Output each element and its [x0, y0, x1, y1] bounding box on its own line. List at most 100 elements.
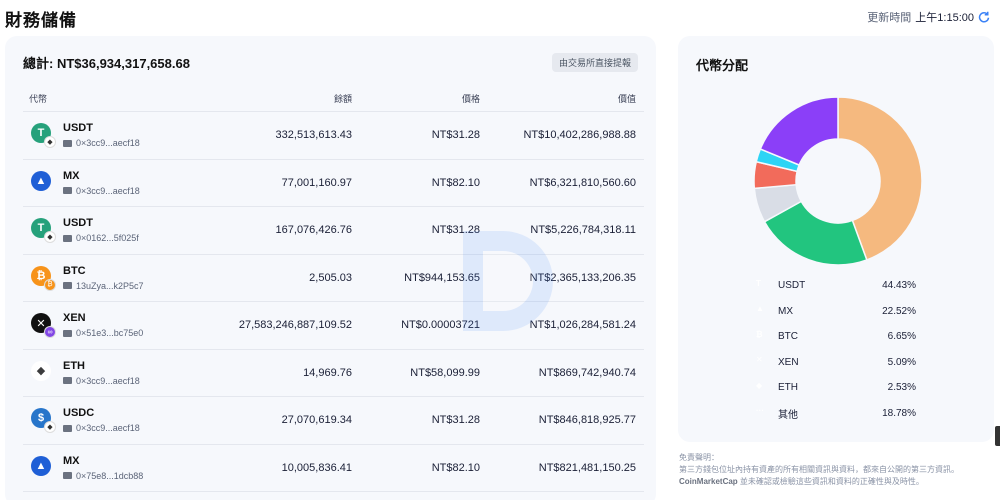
- wallet-icon: [63, 329, 72, 337]
- legend-item: ··· 其他 18.78%: [756, 401, 916, 427]
- legend-name: ETH: [778, 382, 798, 394]
- address-text[interactable]: 0×3cc9...aecf18: [76, 138, 140, 148]
- reserves-table: 代幣 餘額 價格 價值 T ◆ USDT 0×3cc9...aecf18 332,513…: [23, 86, 644, 492]
- wallet-icon: [63, 472, 72, 480]
- side-tab-handle[interactable]: [995, 426, 1000, 446]
- address-text[interactable]: 0×3cc9...aecf18: [76, 186, 140, 196]
- token-name: USDC: [63, 407, 95, 420]
- legend-icon-wrap: ···: [756, 406, 770, 420]
- legend-item: T USDT 44.43%: [756, 273, 916, 299]
- total-row: 總計: NT$36,934,317,658.68 由交易所直接提報: [23, 52, 638, 72]
- token-address[interactable]: 0×3cc9...aecf18: [63, 376, 140, 386]
- price-cell: NT$58,099.99: [410, 366, 480, 379]
- token-address[interactable]: 0×0162...5f025f: [63, 233, 139, 243]
- legend-name: 其他: [778, 409, 798, 421]
- header-price[interactable]: 價格: [352, 92, 480, 105]
- price-cell: NT$944,153.65: [404, 271, 480, 284]
- table-row[interactable]: ▲ MX 0×3cc9...aecf18 77,001,160.97 NT$82.10 N…: [23, 159, 644, 207]
- btc-chain-icon: ₿: [45, 279, 55, 290]
- price-cell: NT$82.10: [431, 176, 480, 189]
- table-row[interactable]: ✕ ∞ XEN 0×51e3...bc75e0 27,583,246,887,109.5…: [23, 302, 644, 350]
- table-body: T ◆ USDT 0×3cc9...aecf18 332,513,613.43 NT$31…: [23, 112, 644, 492]
- other-icon: ···: [756, 406, 764, 416]
- token-name: MX: [63, 169, 80, 182]
- legend-item: ◆ ETH 2.53%: [756, 375, 916, 401]
- token-address[interactable]: 13uZya...k2P5c7: [63, 281, 144, 291]
- token-name: USDT: [63, 217, 93, 230]
- disclaimer-source-line: CoinMarketCap 並未確認或檢驗這些資訊和資料的正確性與及時性。: [679, 476, 989, 488]
- table-row[interactable]: ₿ ₿ BTC 13uZya...k2P5c7 2,505.03 NT$944,153.6…: [23, 254, 644, 302]
- token-address[interactable]: 0×75e8...1dcb88: [63, 471, 143, 481]
- token-icon-group: $ ◆: [31, 408, 55, 433]
- mx-icon: ▲: [31, 455, 51, 476]
- address-text[interactable]: 0×3cc9...aecf18: [76, 423, 140, 433]
- table-row[interactable]: ▲ MX 0×75e8...1dcb88 10,005,836.41 NT$82.10 N…: [23, 444, 644, 492]
- token-cell: ◆ ETH 0×3cc9...aecf18: [23, 360, 213, 386]
- value-cell: NT$5,226,784,318.11: [530, 224, 636, 237]
- token-name: XEN: [63, 312, 86, 325]
- distribution-title: 代幣分配: [696, 58, 749, 73]
- token-address[interactable]: 0×3cc9...aecf18: [63, 186, 140, 196]
- table-row[interactable]: T ◆ USDT 0×0162...5f025f 167,076,426.76 NT$31…: [23, 207, 644, 255]
- disclaimer: 免責聲明： 第三方錢包位址內持有資產的所有相關資訊與資料，都來自公開的第三方資訊…: [679, 452, 989, 488]
- address-text[interactable]: 0×51e3...bc75e0: [76, 328, 143, 338]
- legend-icon-wrap: ✕: [756, 355, 770, 369]
- address-text[interactable]: 0×75e8...1dcb88: [76, 471, 143, 481]
- token-cell: ▲ MX 0×75e8...1dcb88: [23, 455, 213, 481]
- amount-cell: 2,505.03: [309, 271, 352, 284]
- update-time-label: 更新時間: [867, 12, 912, 24]
- page-title: 財務儲備: [5, 11, 77, 30]
- legend-icon-wrap: ◆: [756, 381, 770, 395]
- token-name: ETH: [63, 359, 85, 372]
- table-row[interactable]: $ ◆ USDC 0×3cc9...aecf18 27,070,619.34 NT$31.…: [23, 397, 644, 445]
- wallet-icon: [63, 139, 72, 147]
- legend-item: ▲ MX 22.52%: [756, 299, 916, 325]
- usdt-icon: T: [756, 278, 761, 288]
- table-header: 代幣 餘額 價格 價值: [23, 86, 644, 112]
- token-cell: $ ◆ USDC 0×3cc9...aecf18: [23, 407, 213, 433]
- token-name: USDT: [63, 122, 93, 135]
- refresh-icon[interactable]: [978, 11, 990, 23]
- amount-cell: 14,969.76: [303, 366, 352, 379]
- value-cell: NT$10,402,286,988.88: [523, 129, 636, 142]
- token-cell: ✕ ∞ XEN 0×51e3...bc75e0: [23, 312, 213, 338]
- token-name: BTC: [63, 264, 86, 277]
- table-row[interactable]: T ◆ USDT 0×3cc9...aecf18 332,513,613.43 NT$31…: [23, 112, 644, 160]
- value-cell: NT$6,321,810,560.60: [529, 176, 636, 189]
- token-icon-group: ▲: [31, 455, 55, 480]
- eth-chain-icon: ◆: [45, 232, 55, 243]
- token-address[interactable]: 0×3cc9...aecf18: [63, 138, 140, 148]
- address-text[interactable]: 13uZya...k2P5c7: [76, 281, 144, 291]
- token-cell: ₿ ₿ BTC 13uZya...k2P5c7: [23, 265, 213, 291]
- token-address[interactable]: 0×3cc9...aecf18: [63, 423, 140, 433]
- legend-icon-wrap: ₿: [756, 330, 770, 344]
- legend-icon-wrap: ▲: [756, 304, 770, 318]
- value-cell: NT$846,818,925.77: [538, 414, 636, 427]
- legend-percent: 44.43%: [882, 280, 916, 292]
- legend-item: ₿ BTC 6.65%: [756, 324, 916, 350]
- value-cell: NT$869,742,940.74: [538, 366, 636, 379]
- wallet-icon: [63, 187, 72, 195]
- price-cell: NT$82.10: [431, 461, 480, 474]
- legend-percent: 18.78%: [882, 407, 916, 419]
- value-cell: NT$2,365,133,206.35: [529, 271, 636, 284]
- wallet-icon: [63, 424, 72, 432]
- disclaimer-source[interactable]: CoinMarketCap: [679, 477, 738, 486]
- address-text[interactable]: 0×3cc9...aecf18: [76, 376, 140, 386]
- table-row[interactable]: ◆ ETH 0×3cc9...aecf18 14,969.76 NT$58,099.99…: [23, 349, 644, 397]
- value-cell: NT$821,481,150.25: [538, 461, 636, 474]
- value-cell: NT$1,026,284,581.24: [529, 319, 636, 332]
- legend-name: USDT: [778, 280, 806, 292]
- disclaimer-heading: 免責聲明：: [679, 453, 719, 462]
- address-text[interactable]: 0×0162...5f025f: [76, 233, 139, 243]
- header-token[interactable]: 代幣: [23, 92, 213, 105]
- header-amount[interactable]: 餘額: [213, 92, 352, 105]
- amount-cell: 10,005,836.41: [281, 461, 352, 474]
- disclaimer-text: 第三方錢包位址內持有資產的所有相關資訊與資料，都來自公開的第三方資訊。: [679, 465, 959, 474]
- token-cell: T ◆ USDT 0×0162...5f025f: [23, 217, 213, 243]
- distribution-donut-chart: [753, 96, 923, 266]
- amount-cell: 332,513,613.43: [275, 129, 352, 142]
- header-value[interactable]: 價值: [480, 92, 636, 105]
- token-address[interactable]: 0×51e3...bc75e0: [63, 328, 143, 338]
- legend-icon-wrap: T: [756, 279, 770, 293]
